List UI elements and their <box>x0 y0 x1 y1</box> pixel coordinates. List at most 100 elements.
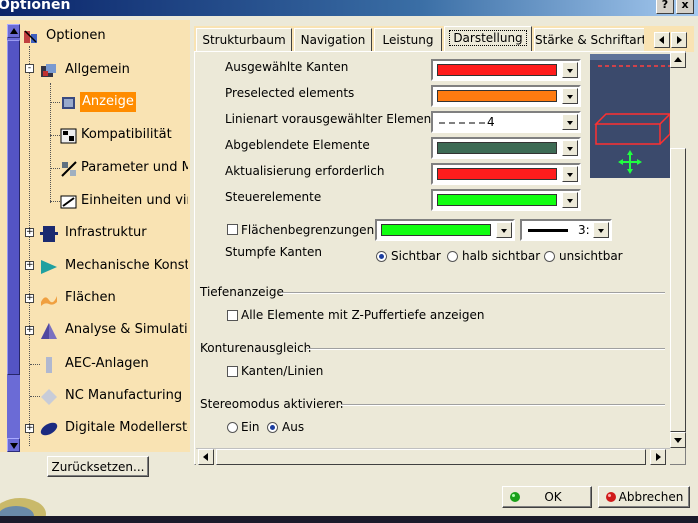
scroll-thumb[interactable] <box>670 148 686 432</box>
radio-stereo-ein[interactable] <box>227 422 238 433</box>
scroll-thumb[interactable] <box>216 449 646 465</box>
options-tree: Optionen - Allgemein Anzeige Kompatibili… <box>0 20 190 452</box>
thick-line-icon <box>528 229 568 232</box>
separator <box>341 404 665 406</box>
help-button[interactable]: ? <box>656 0 674 14</box>
digital-model-icon <box>40 422 58 436</box>
color-swatch <box>437 194 557 206</box>
chevron-down-icon[interactable] <box>562 140 578 156</box>
tab-content-darstellung: Ausgewählte Kanten Preselected elements … <box>194 51 686 465</box>
tree-line <box>50 201 60 202</box>
tab-leistung[interactable]: Leistung <box>374 28 442 52</box>
tree-item-digitale[interactable]: Digitale Modellerstellu <box>40 418 188 438</box>
label-steuerelemente: Steuerelemente <box>225 190 322 204</box>
color-picker-preselected[interactable] <box>431 85 581 107</box>
label-stereo-ein: Ein <box>241 420 260 434</box>
label-aktualisierung: Aktualisierung erforderlich <box>225 164 385 178</box>
expand-icon[interactable]: + <box>25 261 34 270</box>
kanten-linien-checkbox[interactable] <box>227 366 238 377</box>
chevron-down-icon[interactable] <box>562 166 578 182</box>
color-picker-flaechenbegrenzungen[interactable] <box>375 219 515 241</box>
radio-halb-sichtbar[interactable] <box>447 251 458 262</box>
tree-item-aec[interactable]: AEC-Anlagen <box>40 354 188 374</box>
tree-item-optionen[interactable]: Optionen <box>22 26 188 46</box>
label-flaechenbegrenzungen: Flächenbegrenzungen <box>241 223 375 237</box>
chevron-down-icon[interactable] <box>562 88 578 104</box>
tab-staerke-schriftart[interactable]: Stärke & Schriftart <box>534 28 644 52</box>
radio-unsichtbar[interactable] <box>544 251 555 262</box>
chevron-down-icon[interactable] <box>562 62 578 78</box>
chevron-down-icon[interactable] <box>562 192 578 208</box>
analysis-icon <box>41 323 57 339</box>
section-title-konturenausgleich: Konturenausgleich <box>200 341 312 355</box>
linetype-select[interactable]: 4 <box>431 111 581 133</box>
color-picker-aktualisierung[interactable] <box>431 163 581 185</box>
expand-icon[interactable]: + <box>25 228 34 237</box>
tree-item-parameter[interactable]: Parameter und Ma <box>60 158 188 178</box>
color-swatch <box>437 64 557 76</box>
label-zbuffer: Alle Elemente mit Z-Puffertiefe anzeigen <box>241 308 485 322</box>
scroll-down-icon[interactable] <box>670 432 686 448</box>
cancel-button[interactable]: Abbrechen <box>598 486 690 508</box>
color-swatch <box>437 168 557 180</box>
chevron-down-icon[interactable] <box>562 114 578 130</box>
expand-icon[interactable]: + <box>25 424 34 433</box>
separator <box>281 292 665 294</box>
tree-item-nc[interactable]: NC Manufacturing <box>40 386 188 406</box>
dashed-line-icon <box>439 122 489 124</box>
tree-item-flaechen[interactable]: Flächen <box>40 288 188 308</box>
tab-scroll-right-icon[interactable] <box>671 32 687 48</box>
collapse-icon[interactable]: - <box>25 64 34 73</box>
nc-icon <box>41 389 57 405</box>
scroll-thumb[interactable] <box>7 40 20 375</box>
scroll-down-icon[interactable] <box>7 438 20 452</box>
tree-item-kompatibilitaet[interactable]: Kompatibilität <box>60 125 188 145</box>
tree-scrollbar[interactable] <box>7 24 20 452</box>
label-stumpfe-kanten: Stumpfe Kanten <box>225 245 322 259</box>
tree-item-mechanische[interactable]: Mechanische Konstru <box>40 256 188 276</box>
scroll-left-icon[interactable] <box>198 449 214 465</box>
ok-button[interactable]: OK <box>502 486 592 508</box>
tab-navigation[interactable]: Navigation <box>294 28 372 52</box>
tab-scroll-left-icon[interactable] <box>654 32 670 48</box>
label-linienart: Linienart vorausgewählter Elemente <box>225 112 444 126</box>
radio-stereo-aus[interactable] <box>267 422 278 433</box>
tree-item-anzeige[interactable]: Anzeige <box>60 92 188 112</box>
separator <box>307 348 665 350</box>
zbuffer-checkbox[interactable] <box>227 310 238 321</box>
label-stereo-aus: Aus <box>282 420 305 434</box>
color-picker-steuerelemente[interactable] <box>431 189 581 211</box>
label-ausgewaehlte-kanten: Ausgewählte Kanten <box>225 60 349 74</box>
chevron-down-icon[interactable] <box>593 222 609 238</box>
tree-line <box>50 135 60 136</box>
content-vscrollbar[interactable] <box>670 52 686 448</box>
label-kanten-linien: Kanten/Linien <box>241 364 324 378</box>
reset-button[interactable]: Zurücksetzen... <box>47 456 149 477</box>
infrastructure-icon <box>40 226 58 242</box>
color-picker-abgeblendete[interactable] <box>431 137 581 159</box>
thickness-select[interactable]: 3: <box>520 219 612 241</box>
tree-item-allgemein[interactable]: Allgemein <box>40 60 188 80</box>
section-title-stereomodus: Stereomodus aktivieren <box>200 397 344 411</box>
content-hscrollbar[interactable] <box>196 448 670 465</box>
tree-line <box>50 83 51 203</box>
scroll-up-icon[interactable] <box>670 52 686 68</box>
scroll-right-icon[interactable] <box>650 449 666 465</box>
expand-icon[interactable]: + <box>25 294 34 303</box>
tree-line <box>50 102 60 103</box>
radio-sichtbar[interactable] <box>376 251 387 262</box>
tree-line <box>30 396 40 397</box>
display-icon <box>62 97 75 109</box>
tree-item-analyse[interactable]: Analyse & Simulation <box>40 320 188 340</box>
tree-item-infrastruktur[interactable]: Infrastruktur <box>40 223 188 243</box>
expand-icon[interactable]: + <box>25 326 34 335</box>
flaechenbegrenzungen-checkbox[interactable] <box>227 224 238 235</box>
tab-darstellung[interactable]: Darstellung <box>444 26 532 52</box>
color-picker-ausgewaehlte-kanten[interactable] <box>431 59 581 81</box>
chevron-down-icon[interactable] <box>496 222 512 238</box>
tree-item-einheiten[interactable]: Einheiten und virt <box>60 191 188 211</box>
close-button[interactable]: x <box>676 0 694 14</box>
tree-line <box>29 46 30 446</box>
scroll-up-icon[interactable] <box>7 24 20 38</box>
tab-strukturbaum[interactable]: Strukturbaum <box>196 28 292 52</box>
